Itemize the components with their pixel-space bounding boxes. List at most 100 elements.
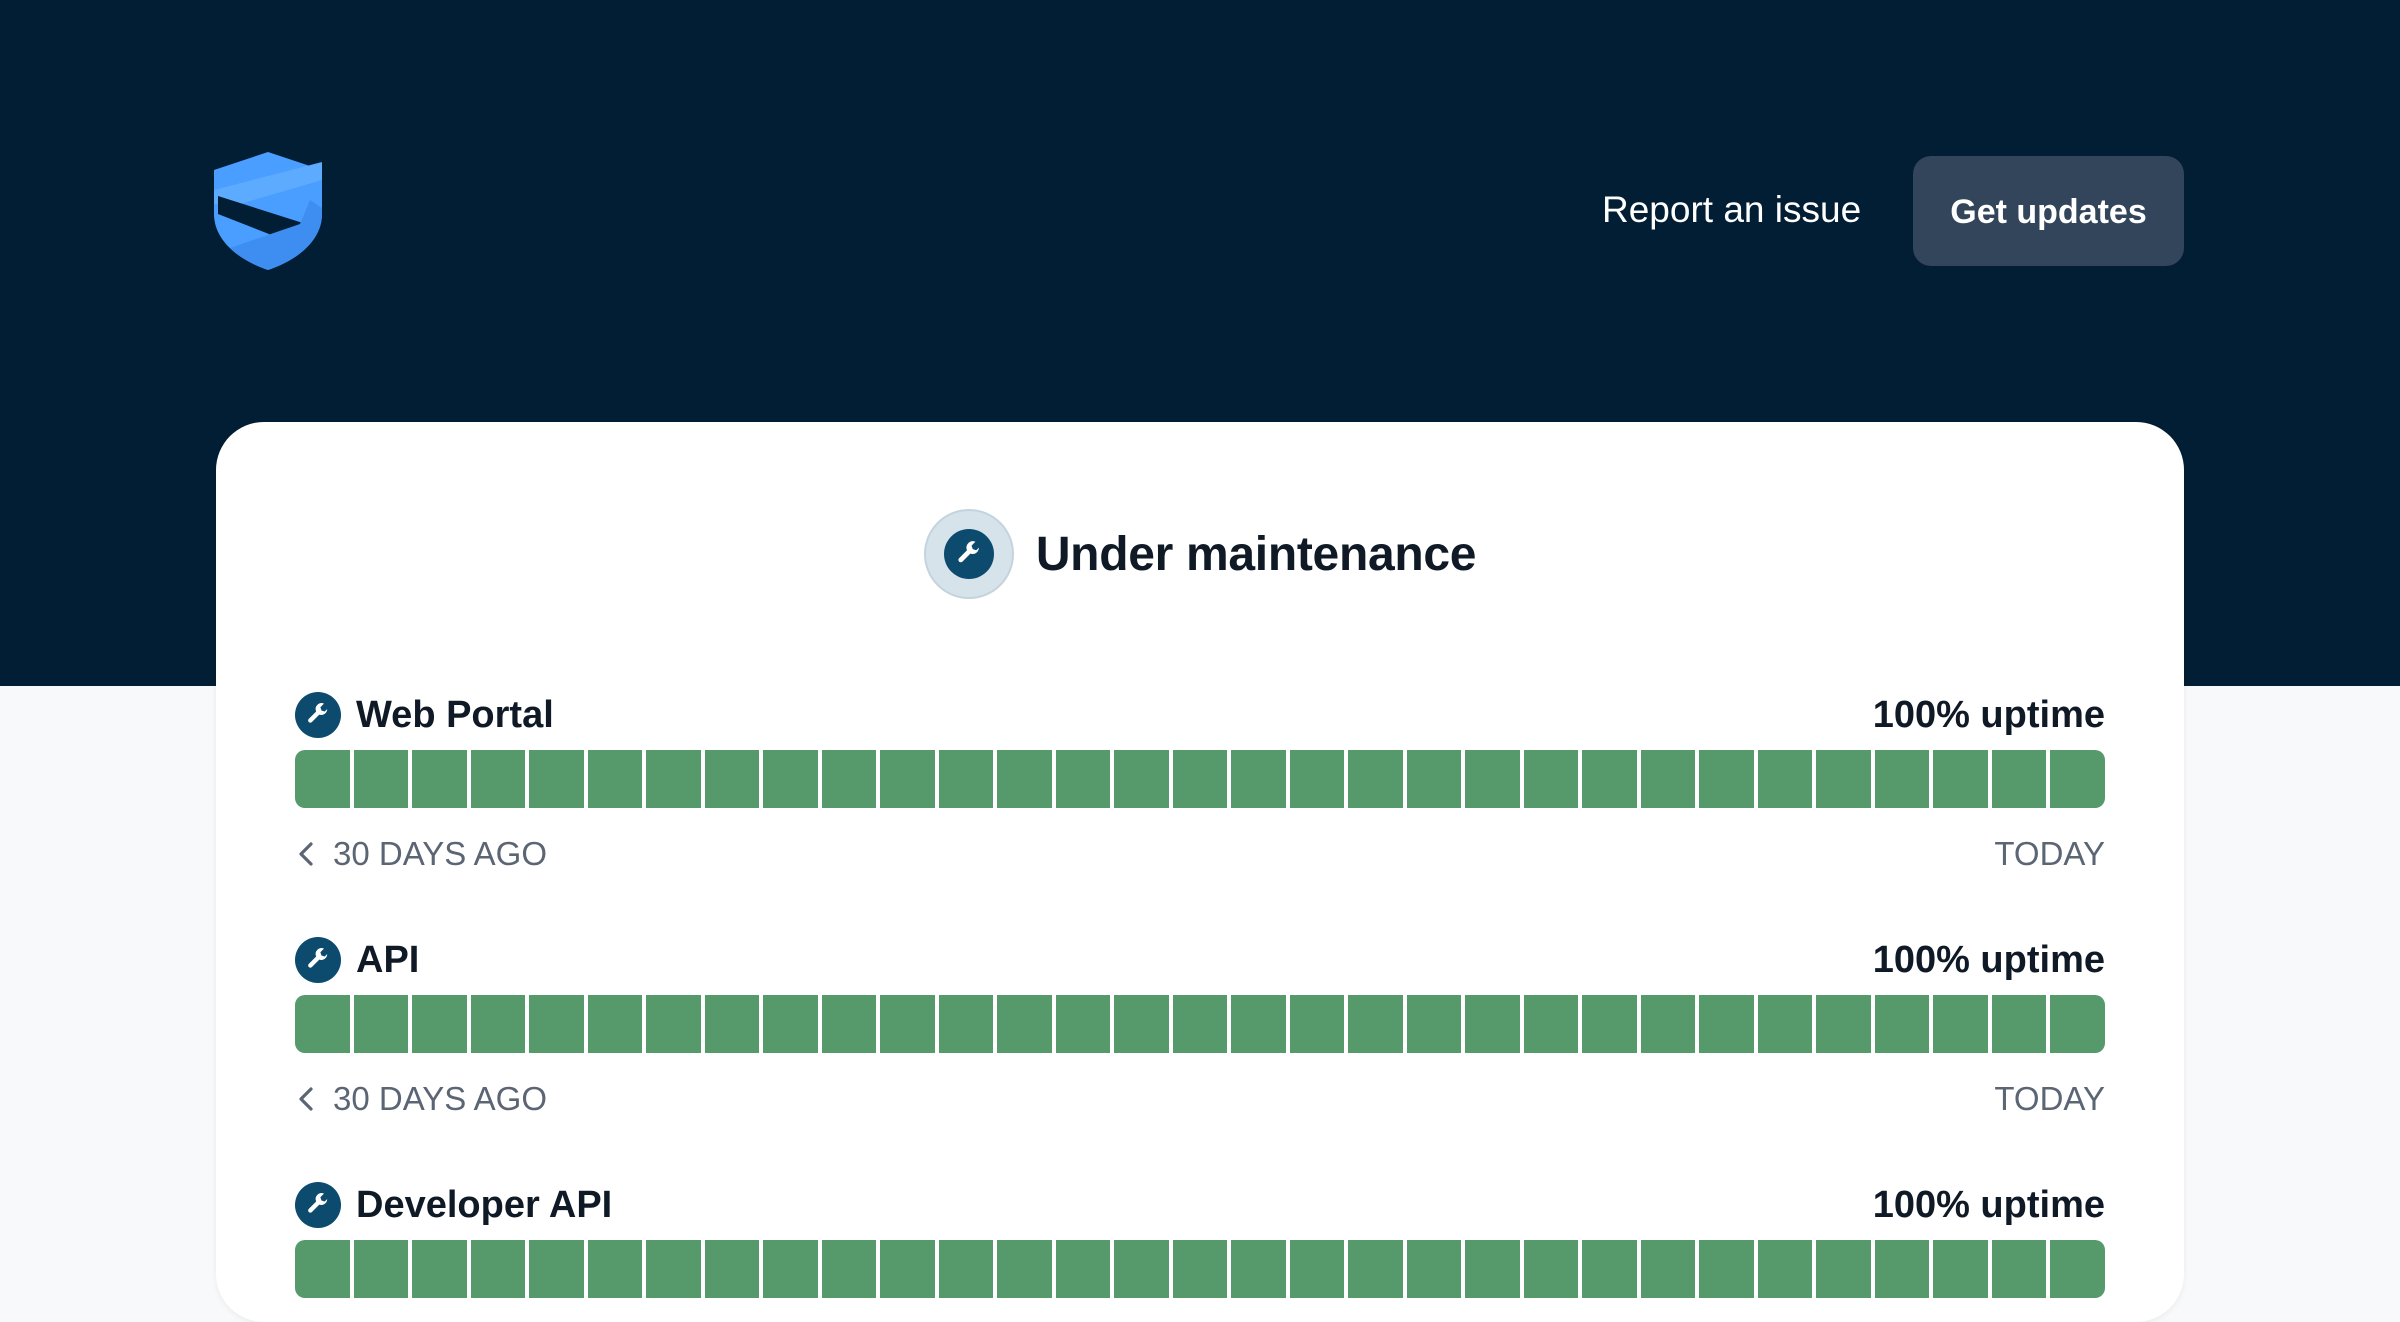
uptime-day-bar[interactable] (1231, 750, 1286, 808)
uptime-day-bar[interactable] (880, 1240, 935, 1298)
uptime-day-bar[interactable] (470, 995, 526, 1053)
uptime-day-bar[interactable] (997, 995, 1052, 1053)
uptime-day-bar[interactable] (1816, 1240, 1871, 1298)
uptime-day-bar[interactable] (1699, 995, 1754, 1053)
uptime-day-bar[interactable] (704, 995, 760, 1053)
uptime-day-bar[interactable] (1816, 995, 1871, 1053)
uptime-day-bar[interactable] (1757, 995, 1813, 1053)
uptime-day-bar[interactable] (1582, 1240, 1637, 1298)
uptime-day-bar[interactable] (1582, 995, 1637, 1053)
uptime-day-bar[interactable] (1055, 750, 1111, 808)
uptime-day-bar[interactable] (412, 995, 467, 1053)
uptime-day-bar[interactable] (1582, 750, 1637, 808)
uptime-day-bar[interactable] (646, 1240, 701, 1298)
uptime-day-bar[interactable] (587, 1240, 643, 1298)
uptime-day-bar[interactable] (1172, 995, 1228, 1053)
uptime-day-bar[interactable] (1933, 1240, 1988, 1298)
uptime-day-bar[interactable] (1991, 1240, 2047, 1298)
uptime-day-bar[interactable] (1289, 995, 1345, 1053)
uptime-day-bar[interactable] (1348, 1240, 1403, 1298)
logo-icon[interactable] (214, 152, 322, 270)
uptime-day-bar[interactable] (1406, 995, 1462, 1053)
uptime-day-bar[interactable] (1640, 995, 1696, 1053)
uptime-day-bar[interactable] (1348, 750, 1403, 808)
date-range: 30 DAYS AGO TODAY (295, 1079, 2105, 1119)
uptime-day-bar[interactable] (821, 995, 877, 1053)
uptime-day-bar[interactable] (295, 995, 350, 1053)
uptime-day-bar[interactable] (295, 1240, 350, 1298)
uptime-day-bar[interactable] (470, 750, 526, 808)
uptime-day-bar[interactable] (1874, 750, 1930, 808)
uptime-day-bar[interactable] (938, 750, 994, 808)
uptime-day-bar[interactable] (412, 1240, 467, 1298)
uptime-day-bar[interactable] (763, 995, 818, 1053)
uptime-day-bar[interactable] (1172, 1240, 1228, 1298)
uptime-day-bar[interactable] (1114, 750, 1169, 808)
uptime-day-bar[interactable] (529, 1240, 584, 1298)
uptime-day-bar[interactable] (1991, 995, 2047, 1053)
uptime-day-bar[interactable] (997, 1240, 1052, 1298)
uptime-day-bar[interactable] (1465, 1240, 1520, 1298)
uptime-day-bar[interactable] (821, 750, 877, 808)
uptime-day-bar[interactable] (1231, 995, 1286, 1053)
uptime-day-bar[interactable] (1523, 750, 1579, 808)
uptime-day-bar[interactable] (704, 750, 760, 808)
uptime-day-bar[interactable] (353, 995, 409, 1053)
uptime-day-bar[interactable] (1114, 1240, 1169, 1298)
uptime-day-bar[interactable] (1757, 750, 1813, 808)
uptime-day-bar[interactable] (412, 750, 467, 808)
uptime-day-bar[interactable] (1874, 1240, 1930, 1298)
uptime-day-bar[interactable] (1289, 750, 1345, 808)
uptime-day-bar[interactable] (1231, 1240, 1286, 1298)
uptime-day-bar[interactable] (1114, 995, 1169, 1053)
uptime-day-bar[interactable] (938, 995, 994, 1053)
uptime-day-bar[interactable] (1699, 750, 1754, 808)
previous-range-button[interactable]: 30 DAYS AGO (295, 1079, 547, 1119)
uptime-day-bar[interactable] (1172, 750, 1228, 808)
uptime-day-bar[interactable] (997, 750, 1052, 808)
previous-range-button[interactable]: 30 DAYS AGO (295, 834, 547, 874)
uptime-day-bar[interactable] (2050, 1240, 2105, 1298)
uptime-day-bar[interactable] (529, 995, 584, 1053)
uptime-day-bar[interactable] (763, 750, 818, 808)
uptime-day-bar[interactable] (353, 1240, 409, 1298)
uptime-day-bar[interactable] (763, 1240, 818, 1298)
uptime-day-bar[interactable] (1406, 750, 1462, 808)
uptime-day-bar[interactable] (1640, 1240, 1696, 1298)
uptime-day-bar[interactable] (646, 750, 701, 808)
uptime-day-bar[interactable] (1465, 750, 1520, 808)
uptime-day-bar[interactable] (1348, 995, 1403, 1053)
uptime-day-bar[interactable] (880, 750, 935, 808)
report-issue-link[interactable]: Report an issue (1602, 186, 1861, 234)
uptime-day-bar[interactable] (1289, 1240, 1345, 1298)
uptime-day-bar[interactable] (587, 750, 643, 808)
uptime-day-bar[interactable] (1055, 1240, 1111, 1298)
uptime-day-bar[interactable] (529, 750, 584, 808)
uptime-day-bar[interactable] (1874, 995, 1930, 1053)
uptime-day-bar[interactable] (1465, 995, 1520, 1053)
uptime-day-bar[interactable] (587, 995, 643, 1053)
get-updates-button[interactable]: Get updates (1913, 156, 2184, 266)
uptime-day-bar[interactable] (1055, 995, 1111, 1053)
uptime-day-bar[interactable] (1991, 750, 2047, 808)
uptime-day-bar[interactable] (1523, 995, 1579, 1053)
uptime-day-bar[interactable] (1523, 1240, 1579, 1298)
uptime-day-bar[interactable] (821, 1240, 877, 1298)
uptime-day-bar[interactable] (2050, 750, 2105, 808)
uptime-day-bar[interactable] (646, 995, 701, 1053)
uptime-day-bar[interactable] (1933, 995, 1988, 1053)
uptime-day-bar[interactable] (938, 1240, 994, 1298)
uptime-day-bar[interactable] (1640, 750, 1696, 808)
uptime-day-bar[interactable] (353, 750, 409, 808)
uptime-day-bar[interactable] (2050, 995, 2105, 1053)
uptime-day-bar[interactable] (880, 995, 935, 1053)
uptime-day-bar[interactable] (1933, 750, 1988, 808)
uptime-day-bar[interactable] (1699, 1240, 1754, 1298)
uptime-day-bar[interactable] (1406, 1240, 1462, 1298)
uptime-day-bar[interactable] (1757, 1240, 1813, 1298)
uptime-day-bar[interactable] (470, 1240, 526, 1298)
uptime-day-bar[interactable] (295, 750, 350, 808)
uptime-day-bar[interactable] (1816, 750, 1871, 808)
uptime-day-bar[interactable] (704, 1240, 760, 1298)
maintenance-badge (923, 509, 1014, 599)
